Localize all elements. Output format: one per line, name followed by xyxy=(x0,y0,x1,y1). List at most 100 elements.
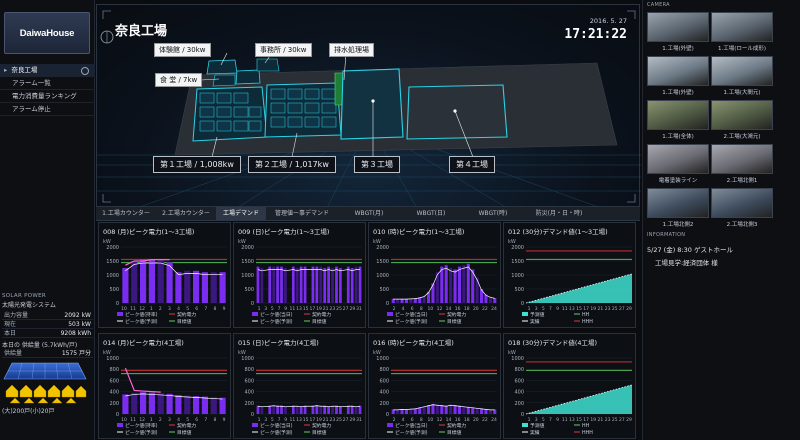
camera-feed-image[interactable] xyxy=(647,56,709,86)
camera-feed-image[interactable] xyxy=(711,188,773,218)
tab-counter-2[interactable]: 2.工場カウンター(時) xyxy=(156,207,216,231)
tab-factory-demand[interactable]: 工場デマンド xyxy=(216,207,266,221)
building-label-factory-4[interactable]: 第４工場 xyxy=(449,156,495,173)
bar xyxy=(327,406,331,414)
x-tick-label: 18 xyxy=(464,306,470,312)
x-tick-label: 19 xyxy=(590,417,596,423)
camera-feed-image[interactable] xyxy=(711,100,773,130)
nav-item-nara-factory[interactable]: ▸ 奈良工場 xyxy=(0,64,95,77)
y-tick-label: 400 xyxy=(379,390,389,396)
chart-panel[interactable]: 1000 800 600 400 200 0 1 3 5 7 9 11 13 15 17 19 21 23 25 27… xyxy=(233,333,366,439)
chart-unit: kW xyxy=(508,239,516,245)
building-label-taiken[interactable]: 体験館 / 30kw xyxy=(154,43,211,57)
tab-management-demand[interactable]: 管理値ー事デマンド xyxy=(266,207,338,221)
chart-title: 008 (月)ピーク電力(1〜3工場) xyxy=(103,228,195,236)
legend-label: ピーク値(予測) xyxy=(395,318,428,325)
legend-label: ピーク値(予測) xyxy=(260,318,293,325)
y-tick-label: 600 xyxy=(514,378,524,384)
left-sidebar: DaiwaHouse ▸ 奈良工場 アラーム一覧 電力消費量ランキング アラーム… xyxy=(0,0,95,440)
solar-value: 9208 kWh xyxy=(60,330,91,337)
building-label-jimusho[interactable]: 事務所 / 30kw xyxy=(255,43,312,57)
camera-feed-image[interactable] xyxy=(647,144,709,174)
x-tick-label: 3 xyxy=(264,306,267,312)
bar xyxy=(201,396,209,414)
nav-item-label: アラーム停止 xyxy=(12,105,51,113)
y-tick-label: 800 xyxy=(514,367,524,373)
camera-tile[interactable]: 1.工場(大間元) xyxy=(711,56,773,101)
y-tick-label: 400 xyxy=(514,390,524,396)
bar xyxy=(272,266,276,303)
camera-tile[interactable]: 2.工場(大鴻元) xyxy=(711,100,773,145)
x-tick-label: 21 xyxy=(323,306,329,312)
legend-label: ピーク値(予測) xyxy=(125,429,158,436)
bar xyxy=(426,405,431,414)
x-tick-label: 17 xyxy=(309,417,315,423)
y-tick-label: 1000 xyxy=(106,273,119,279)
camera-feed-image[interactable] xyxy=(711,56,773,86)
y-tick-label: 600 xyxy=(379,378,389,384)
camera-tile[interactable]: 1.工場北側2 xyxy=(647,188,709,233)
chart-panel[interactable]: 2000 1500 1000 500 0 1 3 5 7 9 11 13 15 17 19 21 23 25 27 2… xyxy=(233,222,366,328)
chart-title: 010 (時)ピーク電力(1〜3工場) xyxy=(373,228,465,236)
chart-panel[interactable]: 1000 800 600 400 200 0 2 4 6 8 10 12 14 16 18 20 22 24 ピーク… xyxy=(368,333,501,439)
camera-feed-image[interactable] xyxy=(711,144,773,174)
tab-counter-1[interactable]: 1.工場カウンター(時) xyxy=(96,207,156,231)
chart-svg: 20001500100050001 3 5 7 9 11 13 15 17 19 21 23 25 27 2… xyxy=(241,245,362,325)
bar xyxy=(280,405,283,414)
bar xyxy=(466,263,470,303)
camera-section-title: CAMERA xyxy=(647,2,670,8)
chart-panel[interactable]: 2000 1500 1000 500 0 10 11 12 1 2 3 4 5 6 7 8 9 ピーク値(持率) 契… xyxy=(98,222,231,328)
tab-disaster[interactable]: 防災(月・日・時) xyxy=(524,207,594,221)
camera-feed-image[interactable] xyxy=(647,100,709,130)
bar xyxy=(184,270,191,303)
x-tick-label: 6 xyxy=(411,417,414,423)
camera-tile[interactable]: 1.工場(ロール成形) xyxy=(711,12,773,57)
y-tick-label: 1000 xyxy=(241,356,254,362)
building-label-factory-1[interactable]: 第１工場 / 1,008kw xyxy=(153,156,241,173)
legend-swatch xyxy=(252,423,258,427)
chart-title: 015 (日)ピーク電力(4工場) xyxy=(238,339,319,347)
camera-label: 1.工場(全体) xyxy=(662,134,694,140)
chart-panel[interactable]: 1000 800 600 400 200 0 1 3 5 7 9 11 13 15 17 19 21 23 25 27… xyxy=(503,333,636,439)
solar-section-title: SOLAR POWER xyxy=(2,293,47,299)
camera-label: 2.工場北側3 xyxy=(726,222,758,228)
legend-swatch xyxy=(522,312,528,316)
chart-panel[interactable]: 1000 800 600 400 200 0 10 11 12 1 2 3 4 5 6 7 8 9 ピーク値(持率)… xyxy=(98,333,231,439)
bar xyxy=(260,406,264,414)
bar xyxy=(466,406,470,414)
camera-tile[interactable]: 1.工場(外壁) xyxy=(647,56,709,101)
legend-label: 目標値 xyxy=(447,429,462,436)
x-tick-label: 5 xyxy=(271,306,274,312)
chart-panel[interactable]: 2000 1500 1000 500 0 1 3 5 7 9 11 13 15 17 19 21 23 25 27 2… xyxy=(503,222,636,328)
tab-wbgt-day[interactable]: WBGT(日) xyxy=(400,207,462,221)
nav-item-power-ranking[interactable]: 電力消費量ランキング xyxy=(0,90,95,103)
camera-tile[interactable]: 1.工場(全体) xyxy=(647,100,709,145)
camera-tile[interactable]: 1.工場(外壁) xyxy=(647,12,709,57)
x-tick-label: 11 xyxy=(562,417,568,423)
building-label-haisui[interactable]: 排水処理場 xyxy=(329,43,374,57)
nav-item-alarm-stop[interactable]: アラーム停止 xyxy=(0,103,95,116)
building-label-factory-2[interactable]: 第２工場 / 1,017kw xyxy=(248,156,336,173)
chart-panel[interactable]: 2000 1500 1000 500 0 2 4 6 8 10 12 14 16 18 20 22 24 ピーク値… xyxy=(368,222,501,328)
bar xyxy=(280,266,283,303)
tab-wbgt-hour[interactable]: WBGT(時) xyxy=(462,207,524,221)
nav-item-alarm-list[interactable]: アラーム一覧 xyxy=(0,77,95,90)
camera-tile[interactable]: 2.工場北側1 xyxy=(711,144,773,189)
camera-feed-image[interactable] xyxy=(647,188,709,218)
y-tick-label: 800 xyxy=(244,367,254,373)
x-tick-label: 11 xyxy=(562,306,568,312)
brand-logo: DaiwaHouse xyxy=(4,12,90,54)
building-label-shokudo[interactable]: 食 堂 / 7kw xyxy=(155,73,203,87)
legend-label: 目標値 xyxy=(447,318,462,325)
settings-icon[interactable] xyxy=(81,67,89,75)
bar xyxy=(449,268,453,303)
camera-feed-image[interactable] xyxy=(647,12,709,42)
camera-tile[interactable]: 2.工場北側3 xyxy=(711,188,773,233)
legend-label: HHH xyxy=(582,319,593,325)
tab-wbgt-month[interactable]: WBGT(月) xyxy=(338,207,400,221)
chart-grid: 2000 1500 1000 500 0 10 11 12 1 2 3 4 5 6 7 8 9 ピーク値(持率) 契… xyxy=(96,222,640,440)
bar xyxy=(493,297,497,303)
camera-feed-image[interactable] xyxy=(711,12,773,42)
camera-tile[interactable]: 電着塗装ライン xyxy=(647,144,709,189)
building-label-factory-3[interactable]: 第３工場 xyxy=(354,156,400,173)
